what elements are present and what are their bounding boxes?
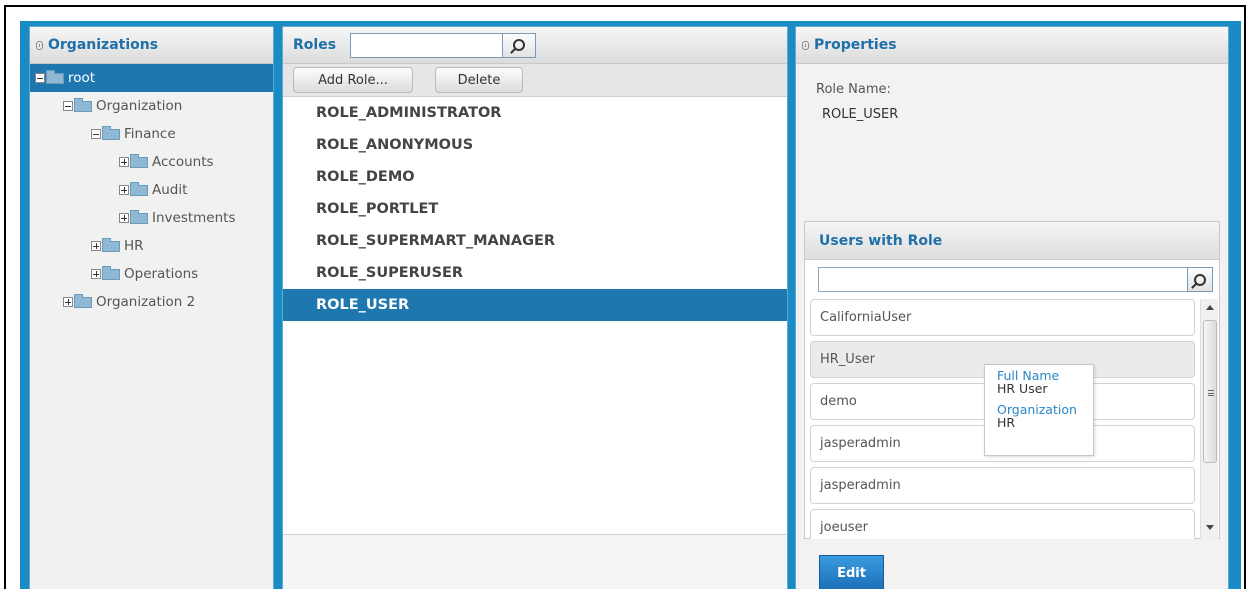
role-item[interactable]: ROLE_ADMINISTRATOR: [283, 97, 787, 129]
expand-node-icon[interactable]: [91, 241, 101, 251]
folder-icon: [130, 153, 148, 168]
properties-header: Properties: [796, 27, 1228, 64]
app-body: Organizations root Organization Finance Acc…: [20, 21, 1241, 589]
organizations-panel: Organizations root Organization Finance Acc…: [29, 26, 274, 589]
tooltip-organization-value: HR: [997, 415, 1016, 430]
grip-icon: [1208, 390, 1214, 396]
users-with-role-section: Users with Role CaliforniaUser HR_User dem…: [804, 221, 1220, 539]
users-search-input[interactable]: [818, 267, 1213, 292]
tree-item-root[interactable]: root: [30, 64, 273, 92]
organizations-title: Organizations: [48, 37, 159, 53]
tree-item-label: Organization 2: [96, 294, 196, 310]
users-scrollbar[interactable]: [1200, 299, 1218, 539]
collapse-node-icon[interactable]: [91, 129, 101, 139]
properties-title: Properties: [814, 37, 897, 53]
organizations-header: Organizations: [30, 27, 273, 64]
role-item[interactable]: ROLE_USER: [283, 289, 787, 321]
expand-node-icon[interactable]: [119, 213, 129, 223]
users-list: CaliforniaUser HR_User demo jasperadmin jasp…: [805, 299, 1221, 539]
expand-node-icon[interactable]: [119, 185, 129, 195]
tree-item-label: HR: [124, 238, 144, 254]
tree-item-organization-2[interactable]: Organization 2: [30, 288, 273, 316]
collapse-icon[interactable]: [36, 40, 43, 50]
tree-item-label: Operations: [124, 266, 199, 282]
scroll-up-icon[interactable]: [1206, 305, 1214, 310]
folder-icon: [102, 265, 120, 280]
tree-item-accounts[interactable]: Accounts: [30, 148, 273, 176]
add-role-button[interactable]: Add Role...: [293, 67, 413, 93]
roles-footer: [283, 534, 787, 589]
expand-node-icon[interactable]: [63, 297, 73, 307]
organization-tree: root Organization Finance Accounts Audit Inve…: [30, 64, 273, 316]
folder-icon: [102, 125, 120, 140]
folder-icon: [74, 97, 92, 112]
user-tooltip: Full Name HR User Organization HR: [984, 364, 1094, 456]
edit-button[interactable]: Edit: [819, 555, 884, 589]
expand-node-icon[interactable]: [91, 269, 101, 279]
tree-item-label: Audit: [152, 182, 188, 198]
roles-panel: Roles Add Role... Delete ROLE_ADMINISTRA…: [282, 26, 788, 589]
delete-button[interactable]: Delete: [435, 67, 523, 93]
folder-icon: [130, 181, 148, 196]
users-with-role-title: Users with Role: [805, 222, 1219, 260]
properties-panel: Properties Role Name: ROLE_USER Users wi…: [795, 26, 1229, 589]
tree-item-label: Organization: [96, 98, 183, 114]
roles-header: Roles: [283, 27, 787, 64]
role-item[interactable]: ROLE_SUPERUSER: [283, 257, 787, 289]
role-name-value: ROLE_USER: [822, 107, 899, 122]
roles-search-input[interactable]: [350, 32, 537, 58]
folder-icon: [102, 237, 120, 252]
role-item[interactable]: ROLE_DEMO: [283, 161, 787, 193]
role-list: ROLE_ADMINISTRATOR ROLE_ANONYMOUS ROLE_DEM…: [283, 97, 787, 321]
tree-item-finance[interactable]: Finance: [30, 120, 273, 148]
tooltip-full-name-value: HR User: [997, 381, 1048, 396]
scroll-down-icon[interactable]: [1206, 525, 1214, 530]
search-icon: [1194, 273, 1206, 286]
roles-search-button[interactable]: [502, 32, 537, 58]
folder-icon: [130, 209, 148, 224]
collapse-node-icon[interactable]: [63, 101, 73, 111]
folder-icon: [74, 293, 92, 308]
tree-item-audit[interactable]: Audit: [30, 176, 273, 204]
folder-icon: [46, 69, 64, 84]
tree-item-hr[interactable]: HR: [30, 232, 273, 260]
users-search-button[interactable]: [1187, 267, 1213, 292]
search-icon: [513, 39, 526, 51]
collapse-icon[interactable]: [802, 40, 809, 50]
user-item[interactable]: CaliforniaUser: [810, 299, 1195, 336]
user-item[interactable]: joeuser: [810, 509, 1195, 539]
expand-node-icon[interactable]: [119, 157, 129, 167]
role-item[interactable]: ROLE_SUPERMART_MANAGER: [283, 225, 787, 257]
tree-item-label: root: [68, 70, 96, 86]
role-item[interactable]: ROLE_ANONYMOUS: [283, 129, 787, 161]
tree-item-label: Accounts: [152, 154, 214, 170]
tree-item-label: Finance: [124, 126, 176, 142]
roles-title: Roles: [293, 37, 337, 53]
tree-item-operations[interactable]: Operations: [30, 260, 273, 288]
role-item[interactable]: ROLE_PORTLET: [283, 193, 787, 225]
roles-toolbar: Add Role... Delete: [283, 64, 787, 97]
role-name-label: Role Name:: [816, 82, 891, 97]
scroll-thumb[interactable]: [1203, 320, 1217, 463]
tree-item-label: Investments: [152, 210, 236, 226]
tree-item-organization[interactable]: Organization: [30, 92, 273, 120]
tree-item-investments[interactable]: Investments: [30, 204, 273, 232]
collapse-node-icon[interactable]: [35, 73, 45, 83]
user-item[interactable]: jasperadmin: [810, 467, 1195, 504]
